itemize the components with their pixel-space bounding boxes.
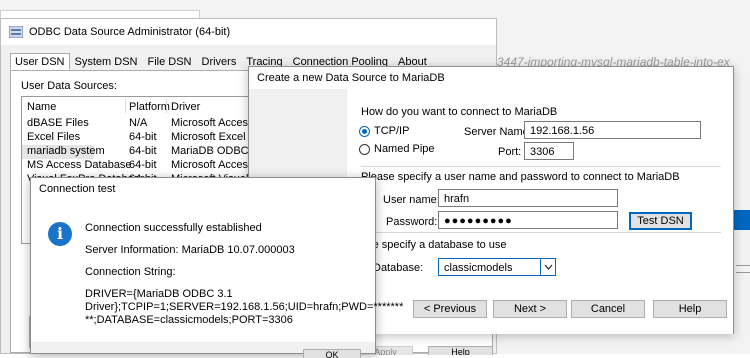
column-divider[interactable] bbox=[166, 99, 167, 113]
port-label: Port: bbox=[498, 146, 522, 158]
tab-user-dsn[interactable]: User DSN bbox=[10, 53, 70, 70]
background-divider bbox=[736, 272, 750, 273]
database-prompt: ase specify a database to use bbox=[361, 239, 507, 251]
connection-string-label: Connection String: bbox=[85, 266, 176, 278]
credentials-prompt: Please specify a user name and password … bbox=[361, 171, 680, 183]
row-name: MS Access Database bbox=[27, 159, 132, 171]
background-window-edge bbox=[0, 10, 200, 18]
mariadb-titlebar: Create a new Data Source to MariaDB bbox=[249, 67, 733, 89]
background-blue-button bbox=[732, 210, 750, 230]
next-button[interactable]: Next > bbox=[493, 300, 567, 318]
connection-test-title: Connection test bbox=[39, 183, 116, 195]
connect-method-prompt: How do you want to connect to MariaDB bbox=[361, 106, 558, 118]
connection-string-line: **;DATABASE=classicmodels;PORT=3306 bbox=[85, 314, 293, 326]
row-platform: 64-bit bbox=[129, 159, 157, 171]
password-input[interactable]: ●●●●●●●●● bbox=[438, 211, 618, 229]
tab-drivers[interactable]: Drivers bbox=[197, 53, 242, 70]
tab-file-dsn[interactable]: File DSN bbox=[142, 53, 196, 70]
database-dropdown-arrow[interactable] bbox=[540, 259, 555, 275]
success-message: Connection successfully established bbox=[85, 222, 262, 234]
row-platform: N/A bbox=[129, 117, 148, 129]
row-platform: 64-bit bbox=[129, 131, 157, 143]
row-name: Excel Files bbox=[27, 131, 81, 143]
background-divider bbox=[736, 265, 750, 266]
tcpip-radio[interactable] bbox=[359, 126, 370, 137]
list-item[interactable]: MS Access Database 64-bit Microsoft Acce… bbox=[22, 159, 260, 173]
test-dsn-button[interactable]: Test DSN bbox=[629, 212, 692, 230]
mariadb-dialog-title: Create a new Data Source to MariaDB bbox=[257, 72, 445, 84]
connection-test-body: i Connection successfully established Se… bbox=[31, 200, 403, 342]
column-header-driver[interactable]: Driver bbox=[171, 101, 200, 113]
odbc-window-title: ODBC Data Source Administrator (64-bit) bbox=[29, 26, 231, 38]
server-information: Server Information: MariaDB 10.07.000003 bbox=[85, 244, 295, 256]
info-icon: i bbox=[48, 222, 72, 246]
odbc-titlebar: ODBC Data Source Administrator (64-bit) bbox=[1, 19, 496, 45]
named-pipe-label[interactable]: Named Pipe bbox=[374, 143, 435, 155]
user-name-label: User name: bbox=[383, 194, 440, 206]
list-item[interactable]: dBASE Files N/A Microsoft Access dB bbox=[22, 117, 260, 131]
list-item[interactable]: Excel Files 64-bit Microsoft Excel Driv bbox=[22, 131, 260, 145]
previous-button[interactable]: < Previous bbox=[413, 300, 487, 318]
mariadb-form: How do you want to connect to MariaDB TC… bbox=[347, 89, 733, 334]
row-name: dBASE Files bbox=[27, 117, 89, 129]
list-item-selected[interactable]: mariadb system bbox=[22, 145, 105, 159]
divider bbox=[361, 166, 721, 167]
user-name-input[interactable]: hrafn bbox=[438, 189, 618, 207]
tab-system-dsn[interactable]: System DSN bbox=[70, 53, 143, 70]
connection-string-line: DRIVER={MariaDB ODBC 3.1 bbox=[85, 288, 233, 300]
server-name-label: Server Name: bbox=[464, 126, 532, 138]
user-data-sources-label: User Data Sources: bbox=[21, 80, 117, 92]
password-label: Password: bbox=[386, 216, 438, 228]
chevron-down-icon bbox=[544, 264, 553, 270]
connection-test-dialog: Connection test i Connection successfull… bbox=[30, 177, 403, 358]
connection-test-titlebar: Connection test bbox=[31, 178, 375, 200]
port-input[interactable]: 3306 bbox=[524, 142, 574, 160]
column-header-platform[interactable]: Platform bbox=[129, 101, 170, 113]
tcpip-label[interactable]: TCP/IP bbox=[374, 125, 409, 137]
database-label: Database: bbox=[373, 262, 424, 274]
server-name-input[interactable]: 192.168.1.56 bbox=[524, 121, 701, 139]
column-divider[interactable] bbox=[125, 99, 126, 113]
list-item-detail[interactable]: 64-bit MariaDB ODBC 3.1 bbox=[125, 145, 260, 159]
row-name: mariadb system bbox=[27, 145, 105, 157]
odbc-app-icon bbox=[9, 26, 23, 38]
column-header-name[interactable]: Name bbox=[27, 101, 56, 113]
named-pipe-radio[interactable] bbox=[359, 144, 370, 155]
divider bbox=[361, 232, 721, 233]
database-select[interactable]: classicmodels bbox=[438, 258, 556, 276]
row-platform: 64-bit bbox=[129, 145, 157, 157]
help-button[interactable]: Help bbox=[653, 300, 727, 318]
cancel-button[interactable]: Cancel bbox=[571, 300, 645, 318]
connection-string-line: Driver};TCPIP=1;SERVER=192.168.1.56;UID=… bbox=[85, 301, 404, 313]
